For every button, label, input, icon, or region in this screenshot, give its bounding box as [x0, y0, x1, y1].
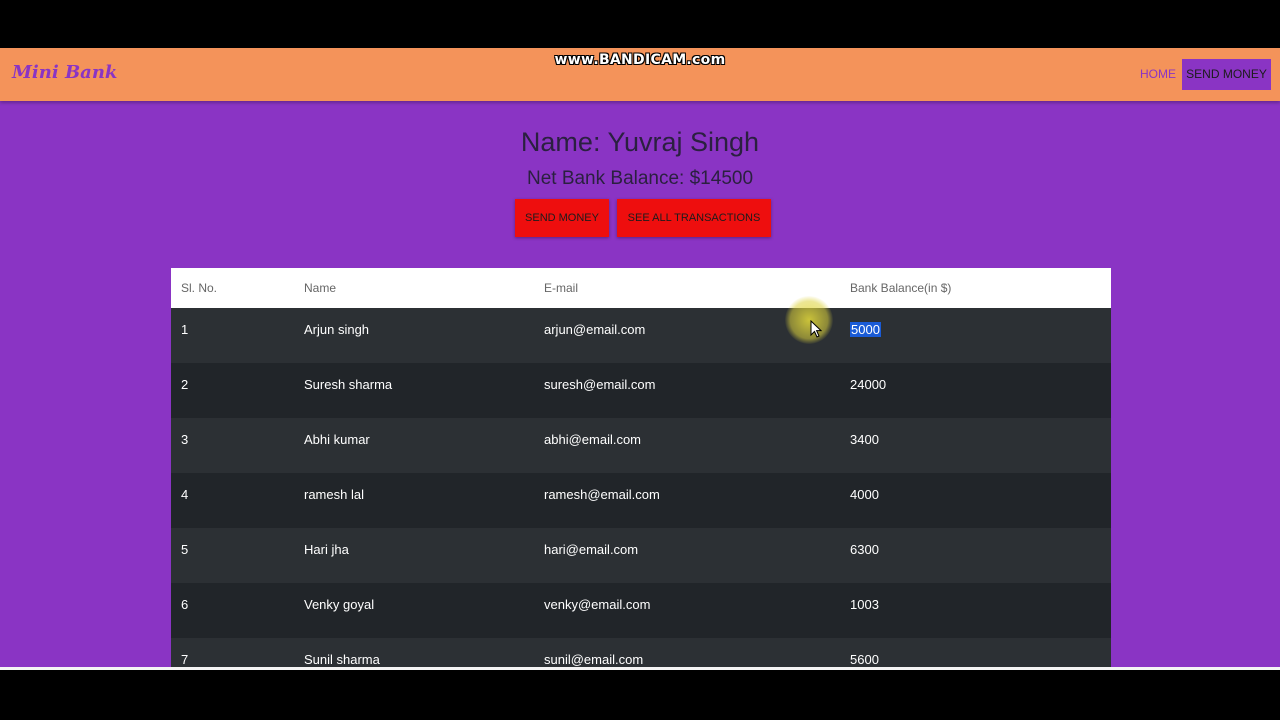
- cell-email: suresh@email.com: [544, 377, 656, 392]
- cell-name: ramesh lal: [304, 487, 364, 502]
- cell-sl-no: 3: [181, 432, 189, 447]
- send-money-button[interactable]: SEND MONEY: [515, 199, 609, 237]
- table-row[interactable]: 2 Suresh sharma suresh@email.com 24000: [171, 363, 1111, 418]
- column-header-sl-no: Sl. No.: [181, 281, 218, 295]
- cell-sl-no: 7: [181, 652, 189, 667]
- cell-email: sunil@email.com: [544, 652, 644, 667]
- cell-balance: 5600: [850, 652, 879, 667]
- table-row[interactable]: 4 ramesh lal ramesh@email.com 4000: [171, 473, 1111, 528]
- cell-email: abhi@email.com: [544, 432, 642, 447]
- table-row[interactable]: 3 Abhi kumar abhi@email.com 3400: [171, 418, 1111, 473]
- cell-email: arjun@email.com: [544, 322, 646, 337]
- cell-sl-no: 1: [181, 322, 189, 337]
- cell-sl-no: 6: [181, 597, 189, 612]
- cell-name: Sunil sharma: [304, 652, 380, 667]
- selected-text: 5000: [850, 322, 881, 337]
- column-header-balance: Bank Balance(in $): [850, 281, 952, 295]
- browser-viewport: Mini Bank HOME SEND MONEY Name: Yuvraj S…: [0, 48, 1280, 669]
- column-header-name: Name: [304, 281, 337, 295]
- table-header: Sl. No. Name E-mail Bank Balance(in $): [171, 268, 1111, 308]
- cell-name: Abhi kumar: [304, 432, 370, 447]
- profile-balance: Net Bank Balance: $14500: [526, 168, 754, 189]
- table-row[interactable]: 7 Sunil sharma sunil@email.com 5600: [171, 638, 1111, 669]
- cell-balance: 3400: [850, 432, 879, 447]
- cursor-highlight: [785, 296, 833, 344]
- customers-table: Sl. No. Name E-mail Bank Balance(in $) 1…: [171, 268, 1111, 669]
- recording-watermark: www.BANDICAM.com: [554, 52, 726, 68]
- cell-balance: 4000: [850, 487, 879, 502]
- cell-name: Venky goyal: [304, 597, 375, 612]
- see-all-transactions-button[interactable]: SEE ALL TRANSACTIONS: [617, 199, 771, 237]
- profile-name: Name: Yuvraj Singh: [520, 127, 760, 157]
- cell-balance: 1003: [850, 597, 879, 612]
- column-header-email: E-mail: [544, 281, 579, 295]
- cell-balance: 6300: [850, 542, 879, 557]
- mouse-pointer-icon: [810, 320, 822, 338]
- cell-name: Arjun singh: [304, 322, 370, 337]
- cell-name: Suresh sharma: [304, 377, 393, 392]
- table-row[interactable]: 1 Arjun singh arjun@email.com 5000: [171, 308, 1111, 363]
- cell-sl-no: 5: [181, 542, 189, 557]
- table-row[interactable]: 6 Venky goyal venky@email.com 1003: [171, 583, 1111, 638]
- cell-sl-no: 4: [181, 487, 189, 502]
- cell-email: hari@email.com: [544, 542, 639, 557]
- cell-email: ramesh@email.com: [544, 487, 660, 502]
- cell-email: venky@email.com: [544, 597, 651, 612]
- cell-sl-no: 2: [181, 377, 189, 392]
- cell-balance: 5000: [850, 322, 881, 337]
- table-row[interactable]: 5 Hari jha hari@email.com 6300: [171, 528, 1111, 583]
- cell-balance: 24000: [850, 377, 887, 392]
- cell-name: Hari jha: [304, 542, 349, 557]
- bottom-edge: [0, 667, 1280, 670]
